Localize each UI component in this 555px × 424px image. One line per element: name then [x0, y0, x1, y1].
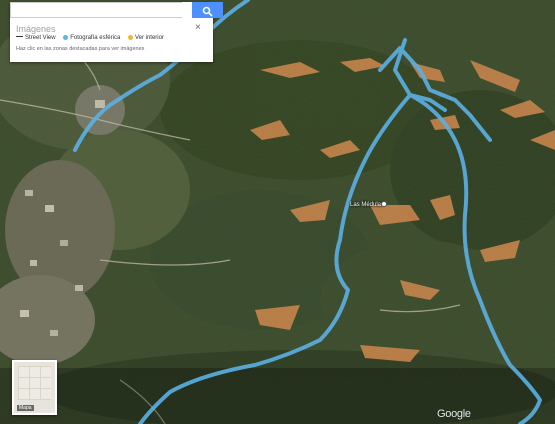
- dot-icon: [127, 35, 133, 40]
- imagery-legend: Street View Fotografía esférica Ver inte…: [16, 35, 170, 41]
- place-label[interactable]: Las Médulas: [350, 202, 384, 208]
- search-button[interactable]: [192, 2, 223, 18]
- imagery-title: Imágenes: [16, 24, 56, 34]
- close-icon[interactable]: ×: [195, 22, 201, 33]
- search-input[interactable]: [10, 2, 182, 18]
- dot-icon: [63, 35, 69, 40]
- texture-overlay: [0, 0, 555, 424]
- place-marker-icon[interactable]: [381, 201, 387, 207]
- line-icon: [16, 36, 23, 37]
- imagery-panel: Imágenes × Street View Fotografía esféri…: [10, 2, 223, 62]
- bottom-shade: [0, 368, 555, 424]
- legend-street-view: Street View: [16, 35, 56, 41]
- search-bar: [10, 2, 223, 18]
- imagery-panel-body: Imágenes × Street View Fotografía esféri…: [10, 20, 213, 62]
- map-thumbnail: [18, 366, 51, 400]
- google-logo: Google: [437, 408, 471, 420]
- map-layer-switch[interactable]: Mapa: [12, 360, 57, 415]
- legend-indoor: Ver interior: [127, 35, 164, 41]
- search-icon: [202, 6, 213, 17]
- satellite-map[interactable]: [0, 0, 555, 424]
- legend-photosphere: Fotografía esférica: [63, 35, 120, 41]
- layer-switch-label: Mapa: [17, 405, 34, 411]
- imagery-hint: Haz clic en las zonas destacadas para ve…: [16, 46, 145, 52]
